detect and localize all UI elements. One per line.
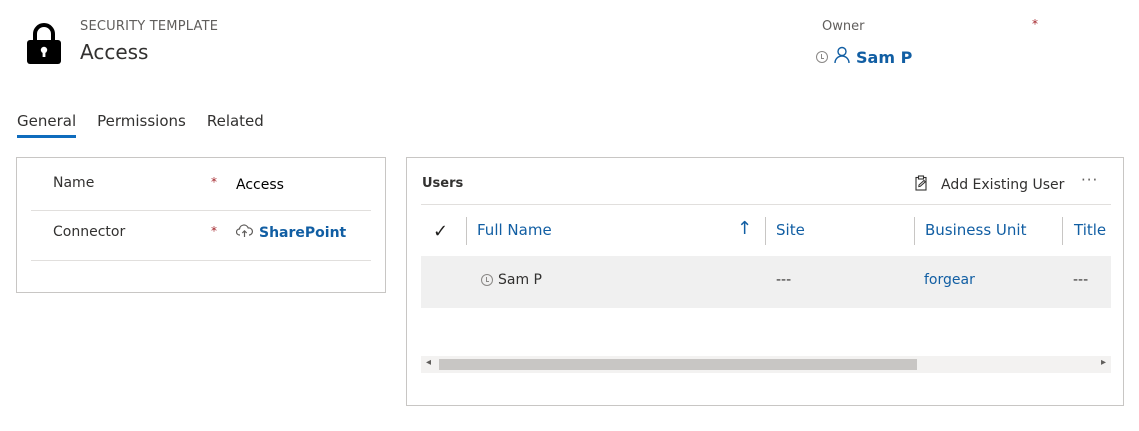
add-existing-icon — [915, 175, 929, 195]
name-field-value[interactable]: Access — [236, 177, 284, 193]
column-header-business-unit[interactable]: Business Unit — [925, 221, 1026, 239]
owner-label: Owner — [822, 19, 865, 34]
horizontal-scrollbar[interactable]: ◂ ▸ — [421, 356, 1111, 373]
owner-name-link[interactable]: Sam P — [856, 48, 912, 67]
owner-field[interactable]: Sam P — [816, 46, 912, 68]
full-name-cell[interactable]: Sam P — [481, 272, 542, 288]
column-header-title[interactable]: Title — [1074, 221, 1106, 239]
lock-icon — [26, 21, 62, 65]
general-form-card: Name * Access Connector * SharePoint — [16, 157, 386, 293]
tab-bar: General Permissions Related — [17, 110, 285, 138]
scrollbar-thumb[interactable] — [439, 359, 917, 370]
connector-field-row: Connector * SharePoint — [31, 211, 371, 261]
select-all-checkmark-icon[interactable]: ✓ — [433, 221, 448, 242]
name-required-mark: * — [211, 175, 217, 189]
user-icon — [834, 46, 850, 68]
owner-required-mark: * — [1032, 17, 1038, 31]
scroll-left-icon[interactable]: ◂ — [426, 357, 431, 368]
tab-general[interactable]: General — [17, 110, 77, 138]
column-separator — [466, 217, 467, 245]
page-title: Access — [80, 40, 149, 64]
cloud-upload-icon — [235, 224, 253, 242]
column-header-site[interactable]: Site — [776, 221, 805, 239]
add-existing-user-label: Add Existing User — [941, 177, 1065, 193]
name-field-label: Name — [53, 175, 95, 191]
connector-field-label: Connector — [53, 224, 126, 240]
column-header-full-name[interactable]: Full Name — [477, 221, 552, 239]
grid-divider — [421, 204, 1111, 205]
connector-link[interactable]: SharePoint — [259, 225, 346, 241]
more-commands-icon[interactable]: ··· — [1081, 171, 1098, 189]
tab-permissions[interactable]: Permissions — [97, 110, 186, 138]
tab-related[interactable]: Related — [207, 110, 264, 138]
presence-status-icon — [481, 274, 493, 286]
grid-header-row: ✓ Full Name ↑ Site Business Unit Title — [421, 215, 1111, 247]
business-unit-link[interactable]: forgear — [924, 272, 975, 288]
entity-type-label: SECURITY TEMPLATE — [80, 19, 219, 34]
column-separator — [765, 217, 766, 245]
connector-required-mark: * — [211, 224, 217, 238]
table-row[interactable]: Sam P --- forgear --- — [421, 256, 1111, 308]
full-name-value: Sam P — [498, 272, 542, 288]
column-separator — [914, 217, 915, 245]
sort-ascending-icon[interactable]: ↑ — [737, 218, 752, 239]
presence-status-icon — [816, 51, 828, 63]
column-separator — [1062, 217, 1063, 245]
title-cell: --- — [1073, 272, 1089, 288]
connector-field-value[interactable]: SharePoint — [235, 224, 346, 242]
scroll-right-icon[interactable]: ▸ — [1101, 357, 1106, 368]
add-existing-user-button[interactable]: Add Existing User — [915, 175, 1064, 195]
name-field-row: Name * Access — [31, 161, 371, 211]
users-subgrid-card: Users Add Existing User ··· ✓ Full Name … — [406, 157, 1124, 406]
users-subgrid-title: Users — [422, 176, 464, 191]
site-cell: --- — [776, 272, 792, 288]
